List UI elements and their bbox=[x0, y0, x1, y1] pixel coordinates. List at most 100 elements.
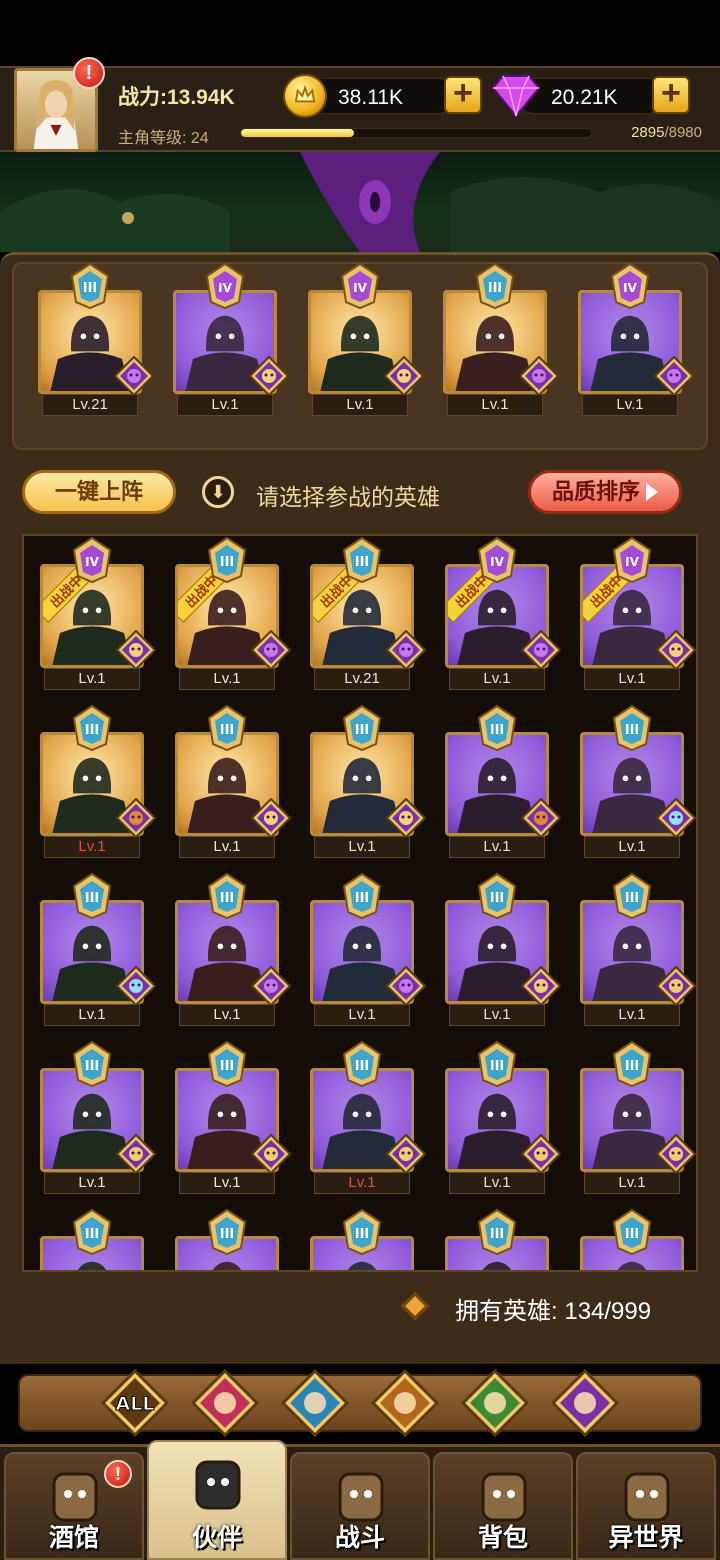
elf-faction-icon bbox=[521, 966, 561, 1006]
human-faction-icon bbox=[249, 356, 289, 396]
svg-text:III: III bbox=[85, 1227, 100, 1242]
all-filter-icon[interactable]: ALL bbox=[100, 1368, 170, 1438]
rank-badge-icon: III bbox=[477, 704, 517, 752]
hero-card[interactable]: III Lv.1 bbox=[443, 262, 559, 416]
player-level: 主角等级: 24 bbox=[118, 124, 209, 148]
rank-badge-icon: III bbox=[207, 1040, 247, 1088]
demon-faction-icon bbox=[251, 630, 291, 670]
demon-faction-icon bbox=[521, 630, 561, 670]
nav-label: 伙伴 bbox=[191, 1524, 242, 1552]
hero-card[interactable]: III Lv.1 bbox=[580, 872, 696, 1026]
svg-text:III: III bbox=[220, 1227, 235, 1242]
hero-card[interactable]: III bbox=[175, 1208, 279, 1270]
spirit-faction-icon[interactable] bbox=[280, 1368, 350, 1438]
hero-level: Lv.1 bbox=[314, 1172, 410, 1194]
spirit-faction-icon bbox=[656, 798, 696, 838]
hero-card[interactable]: III Lv.1 bbox=[445, 1040, 561, 1194]
rank-badge-icon: III bbox=[612, 704, 652, 752]
nav-label: 异世界 bbox=[608, 1524, 684, 1552]
background-scene bbox=[0, 152, 720, 252]
svg-text:III: III bbox=[220, 723, 235, 738]
elf-faction-icon bbox=[521, 1134, 561, 1174]
xp-bar-fill bbox=[241, 129, 354, 137]
hero-card[interactable]: III Lv.1 bbox=[445, 704, 561, 858]
spirit-faction-icon bbox=[116, 966, 156, 1006]
hero-roster-grid[interactable]: 出战中 IV Lv.1 出战中 III Lv.1 出战中 III Lv.21 出… bbox=[22, 534, 698, 1272]
hero-level: Lv.21 bbox=[314, 668, 410, 690]
down-arrow-icon: ⬇ bbox=[202, 476, 234, 508]
hero-card[interactable]: III Lv.1 bbox=[175, 704, 291, 858]
svg-text:IV: IV bbox=[625, 555, 639, 569]
hero-card[interactable]: III Lv.1 bbox=[310, 872, 426, 1026]
hero-card[interactable]: IV Lv.1 bbox=[578, 262, 694, 416]
human-faction-icon bbox=[251, 798, 291, 838]
demon-faction-icon[interactable] bbox=[550, 1368, 620, 1438]
hero-card[interactable]: III Lv.1 bbox=[40, 704, 156, 858]
svg-text:III: III bbox=[490, 1059, 505, 1074]
hero-card[interactable]: 出战中 III Lv.21 bbox=[310, 536, 426, 690]
hero-card[interactable]: IV Lv.1 bbox=[308, 262, 424, 416]
filter-diamond bbox=[460, 1368, 530, 1438]
nav-tab-1[interactable]: 伙伴 bbox=[147, 1440, 287, 1560]
hero-card[interactable]: III bbox=[580, 1208, 684, 1270]
human-faction-icon[interactable] bbox=[190, 1368, 260, 1438]
hero-card[interactable]: III bbox=[40, 1208, 144, 1270]
hero-card[interactable]: III Lv.1 bbox=[580, 1040, 696, 1194]
owned-heroes: 拥有英雄: 134/999 bbox=[455, 1291, 651, 1326]
svg-text:III: III bbox=[220, 891, 235, 906]
demon-faction-icon bbox=[251, 966, 291, 1006]
elf-faction-icon bbox=[386, 1134, 426, 1174]
hero-card[interactable]: III Lv.1 bbox=[310, 704, 426, 858]
nav-label: 背包 bbox=[477, 1524, 528, 1552]
add-gems-button[interactable]: + bbox=[652, 76, 690, 114]
forest-scene bbox=[0, 152, 720, 252]
svg-text:III: III bbox=[625, 891, 640, 906]
beast-faction-icon bbox=[116, 798, 156, 838]
hero-level: Lv.1 bbox=[179, 668, 275, 690]
elf-faction-icon bbox=[116, 1134, 156, 1174]
svg-text:III: III bbox=[490, 1227, 505, 1242]
play-arrow-icon bbox=[646, 483, 658, 501]
svg-text:III: III bbox=[85, 891, 100, 906]
rank-badge-icon: III bbox=[72, 704, 112, 752]
hero-level: Lv.1 bbox=[584, 668, 680, 690]
nav-tab-3[interactable]: 背包 bbox=[433, 1452, 573, 1560]
svg-text:III: III bbox=[355, 723, 370, 738]
nav-tab-2[interactable]: 战斗 bbox=[290, 1452, 430, 1560]
svg-text:III: III bbox=[355, 1227, 370, 1242]
hero-level: Lv.1 bbox=[582, 394, 678, 416]
hero-card[interactable]: III Lv.1 bbox=[40, 872, 156, 1026]
quality-sort-button[interactable]: 品质排序 bbox=[528, 470, 682, 514]
auto-deploy-button[interactable]: 一键上阵 bbox=[22, 470, 176, 514]
rank-badge-icon: III bbox=[207, 1208, 247, 1256]
hero-card[interactable]: III Lv.1 bbox=[175, 1040, 291, 1194]
svg-text:IV: IV bbox=[353, 281, 367, 295]
xp-readout: 2895/8980 bbox=[631, 124, 702, 141]
nav-tab-4[interactable]: 异世界 bbox=[576, 1452, 716, 1560]
hero-card[interactable]: III Lv.1 bbox=[310, 1040, 426, 1194]
hero-level: Lv.1 bbox=[44, 1172, 140, 1194]
hero-card[interactable]: III Lv.1 bbox=[175, 872, 291, 1026]
hero-card[interactable]: 出战中 IV Lv.1 bbox=[40, 536, 156, 690]
hero-card[interactable]: IV Lv.1 bbox=[173, 262, 289, 416]
rank-badge-icon: III bbox=[475, 262, 515, 310]
nav-alert-badge: ! bbox=[104, 1460, 132, 1488]
hero-card[interactable]: III Lv.21 bbox=[38, 262, 154, 416]
hero-card[interactable]: III Lv.1 bbox=[580, 704, 696, 858]
hero-card[interactable]: 出战中 IV Lv.1 bbox=[445, 536, 561, 690]
hero-card[interactable]: 出战中 IV Lv.1 bbox=[580, 536, 696, 690]
hero-level: Lv.1 bbox=[584, 836, 680, 858]
hero-card[interactable]: III bbox=[310, 1208, 414, 1270]
hero-card[interactable]: III Lv.1 bbox=[445, 872, 561, 1026]
rank-badge-icon: III bbox=[477, 872, 517, 920]
hero-card[interactable]: III bbox=[445, 1208, 549, 1270]
hero-level: Lv.1 bbox=[584, 1004, 680, 1026]
hero-card[interactable]: III Lv.1 bbox=[40, 1040, 156, 1194]
beast-faction-icon[interactable] bbox=[370, 1368, 440, 1438]
svg-text:III: III bbox=[220, 1059, 235, 1074]
elf-faction-icon[interactable] bbox=[460, 1368, 530, 1438]
hero-card[interactable]: 出战中 III Lv.1 bbox=[175, 536, 291, 690]
add-gold-button[interactable]: + bbox=[444, 76, 482, 114]
rank-badge-icon: III bbox=[207, 536, 247, 584]
xp-bar bbox=[240, 128, 592, 138]
